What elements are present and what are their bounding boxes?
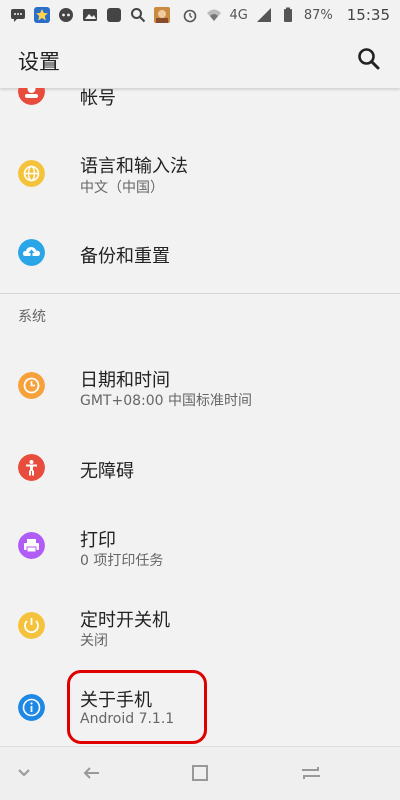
list-item-backup[interactable]: 备份和重置 bbox=[0, 222, 400, 286]
status-right: 4G 87% 15:35 bbox=[182, 6, 390, 24]
square-icon bbox=[107, 8, 121, 22]
app-bar: 设置 bbox=[0, 30, 400, 88]
account-icon bbox=[18, 88, 45, 105]
globe-icon bbox=[18, 160, 45, 187]
list-item-scheduled-power[interactable]: 定时开关机 关闭 bbox=[0, 594, 400, 664]
section-header-system: 系统 bbox=[18, 309, 46, 325]
printer-icon bbox=[18, 532, 45, 559]
list-item-title: 无障碍 bbox=[80, 461, 134, 482]
search-icon[interactable] bbox=[354, 44, 384, 74]
info-icon bbox=[18, 694, 45, 721]
chevron-down-icon[interactable] bbox=[10, 759, 38, 787]
highlight-annotation bbox=[67, 670, 207, 744]
list-item-language[interactable]: 语言和输入法 中文（中国） bbox=[0, 140, 400, 210]
list-item-subtitle: 中文（中国） bbox=[80, 180, 164, 196]
home-icon[interactable] bbox=[186, 759, 214, 787]
back-icon[interactable] bbox=[78, 759, 106, 787]
list-item-subtitle: GMT+08:00 中国标准时间 bbox=[80, 393, 253, 409]
image-icon bbox=[83, 9, 97, 21]
list-item-title: 帐号 bbox=[80, 88, 116, 109]
game-avatar-icon bbox=[154, 7, 170, 23]
status-left-icons bbox=[10, 7, 170, 23]
list-item-account[interactable]: 帐号 bbox=[0, 88, 400, 120]
network-type: 4G bbox=[229, 7, 248, 23]
list-item-title: 备份和重置 bbox=[80, 246, 170, 267]
clock-icon bbox=[18, 372, 45, 399]
accessibility-icon bbox=[18, 454, 45, 481]
messages-icon bbox=[11, 9, 25, 22]
list-item-subtitle: 关闭 bbox=[80, 633, 108, 649]
list-item-title: 打印 bbox=[80, 530, 116, 551]
list-item-date-time[interactable]: 日期和时间 GMT+08:00 中国标准时间 bbox=[0, 354, 400, 424]
wifi-icon bbox=[206, 9, 221, 21]
list-item-title: 定时开关机 bbox=[80, 610, 170, 631]
cloud-upload-icon bbox=[18, 239, 45, 266]
recents-icon[interactable] bbox=[297, 759, 325, 787]
cat-icon bbox=[59, 8, 73, 22]
list-item-title: 日期和时间 bbox=[80, 370, 170, 391]
navigation-bar bbox=[0, 746, 400, 800]
list-item-print[interactable]: 打印 0 项打印任务 bbox=[0, 514, 400, 584]
power-timer-icon bbox=[18, 612, 45, 639]
list-item-title: 语言和输入法 bbox=[80, 156, 188, 177]
alarm-icon bbox=[183, 9, 196, 23]
battery-icon bbox=[283, 7, 292, 22]
section-divider bbox=[0, 293, 400, 294]
clock: 15:35 bbox=[346, 6, 390, 24]
list-item-subtitle: 0 项打印任务 bbox=[80, 553, 164, 569]
page-title: 设置 bbox=[18, 50, 60, 74]
star-icon bbox=[34, 7, 50, 23]
search-icon bbox=[131, 8, 146, 23]
status-bar: 4G 87% 15:35 bbox=[0, 0, 400, 30]
list-item-accessibility[interactable]: 无障碍 bbox=[0, 440, 400, 498]
signal-icon bbox=[256, 8, 271, 22]
battery-percent: 87% bbox=[303, 7, 333, 23]
